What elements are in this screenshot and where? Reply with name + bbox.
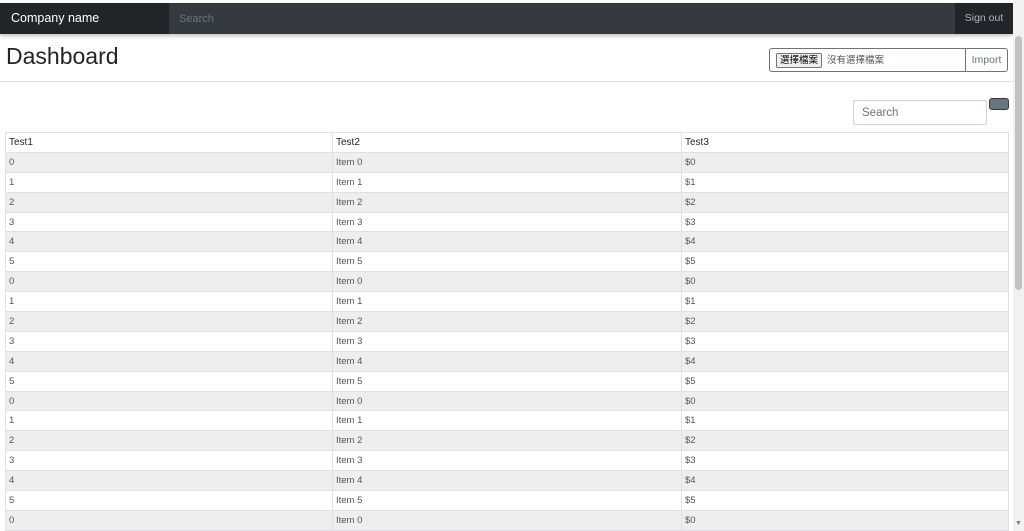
table-cell: Item 1 bbox=[332, 171, 682, 193]
column-header[interactable]: Test2 bbox=[332, 132, 682, 153]
table-cell: Item 0 bbox=[332, 509, 682, 531]
table-cell: 5 bbox=[5, 490, 333, 511]
table-cell: 3 bbox=[5, 330, 333, 352]
page-title: Dashboard bbox=[6, 43, 119, 69]
column-header[interactable]: Test3 bbox=[681, 132, 1009, 153]
table-cell: Item 1 bbox=[332, 291, 682, 313]
table-cell: $2 bbox=[681, 430, 1009, 452]
table-cell: $0 bbox=[681, 509, 1009, 531]
table-row[interactable]: 1 Item 1 $1 bbox=[5, 410, 1009, 432]
table-row[interactable]: 2 Item 2 $2 bbox=[5, 191, 1009, 213]
table-row[interactable]: 0 Item 0 $0 bbox=[5, 509, 1009, 531]
table-cell: 1 bbox=[5, 410, 333, 432]
table-cell: Item 5 bbox=[332, 251, 682, 273]
table-cell: Item 2 bbox=[332, 311, 682, 332]
table-cell: Item 3 bbox=[332, 211, 682, 233]
table-cell: $4 bbox=[681, 470, 1009, 492]
table-cell: 3 bbox=[5, 450, 333, 472]
table-row[interactable]: 0 Item 0 $0 bbox=[5, 390, 1009, 412]
table-cell: Item 0 bbox=[332, 390, 682, 412]
table-cell: 2 bbox=[5, 311, 333, 332]
table-row[interactable]: 3 Item 3 $3 bbox=[5, 330, 1009, 352]
table-row[interactable]: 4 Item 4 $4 bbox=[5, 231, 1009, 253]
table-cell: 5 bbox=[5, 370, 333, 392]
table-row[interactable]: 4 Item 4 $4 bbox=[5, 470, 1009, 492]
table-cell: $5 bbox=[681, 251, 1009, 273]
table-cell: 2 bbox=[5, 430, 333, 452]
table-cell: Item 4 bbox=[332, 231, 682, 253]
choose-file-button[interactable]: 選擇檔案 bbox=[776, 53, 823, 68]
table-cell: $4 bbox=[681, 231, 1009, 253]
table-cell: Item 3 bbox=[332, 330, 682, 352]
table-row[interactable]: 0 Item 0 $0 bbox=[5, 271, 1009, 293]
table-row[interactable]: 4 Item 4 $4 bbox=[5, 350, 1009, 372]
table-cell: Item 4 bbox=[332, 350, 682, 372]
table-cell: Item 5 bbox=[332, 490, 682, 511]
table-row[interactable]: 3 Item 3 $3 bbox=[5, 211, 1009, 233]
table-cell: $0 bbox=[681, 151, 1009, 173]
table-cell: $5 bbox=[681, 370, 1009, 392]
table-cell: 0 bbox=[5, 390, 333, 412]
table-cell: 3 bbox=[5, 211, 333, 233]
scrollbar-thumb[interactable] bbox=[1015, 36, 1022, 290]
table-cell: 0 bbox=[5, 271, 333, 293]
table-cell: Item 5 bbox=[332, 370, 682, 392]
table-row[interactable]: 3 Item 3 $3 bbox=[5, 450, 1009, 472]
table-cell: Item 2 bbox=[332, 191, 682, 213]
table-cell: Item 1 bbox=[332, 410, 682, 432]
table-cell: 2 bbox=[5, 191, 333, 213]
table-cell: Item 2 bbox=[332, 430, 682, 452]
table-cell: $0 bbox=[681, 390, 1009, 412]
table-cell: $0 bbox=[681, 271, 1009, 293]
table-row[interactable]: 2 Item 2 $2 bbox=[5, 311, 1009, 332]
table-cell: $5 bbox=[681, 490, 1009, 511]
table-cell: 1 bbox=[5, 171, 333, 193]
table-search-input[interactable] bbox=[853, 100, 987, 125]
table-cell: $4 bbox=[681, 350, 1009, 372]
table-cell: $1 bbox=[681, 410, 1009, 432]
table-row[interactable]: 1 Item 1 $1 bbox=[5, 171, 1009, 193]
table-cell: $1 bbox=[681, 291, 1009, 313]
table-row[interactable]: 0 Item 0 $0 bbox=[5, 151, 1009, 173]
sign-out-link[interactable]: Sign out bbox=[955, 3, 1013, 34]
table-cell: 0 bbox=[5, 509, 333, 531]
table-cell: 4 bbox=[5, 350, 333, 372]
table-row[interactable]: 2 Item 2 $2 bbox=[5, 430, 1009, 452]
table-cell: $2 bbox=[681, 191, 1009, 213]
file-input[interactable]: 選擇檔案 沒有選擇檔案 bbox=[769, 48, 966, 72]
table-cell: 0 bbox=[5, 151, 333, 173]
table-cell: Item 0 bbox=[332, 151, 682, 173]
data-table: Test1 Test2 Test3 0 Item 0 $0 1 Item 1 $1 2 Ite… bbox=[5, 132, 1009, 531]
table-cell: 1 bbox=[5, 291, 333, 313]
table-cell: Item 0 bbox=[332, 271, 682, 293]
table-row[interactable]: 5 Item 5 $5 bbox=[5, 490, 1009, 511]
page-scrollbar[interactable]: ▼ bbox=[1013, 0, 1024, 531]
table-cell: $3 bbox=[681, 450, 1009, 472]
table-header-row: Test1 Test2 Test3 bbox=[5, 132, 1009, 153]
navbar-search-input[interactable] bbox=[169, 3, 955, 34]
table-cell: $1 bbox=[681, 171, 1009, 193]
column-header[interactable]: Test1 bbox=[5, 132, 333, 153]
table-cell: $3 bbox=[681, 330, 1009, 352]
table-row[interactable]: 5 Item 5 $5 bbox=[5, 251, 1009, 273]
table-row[interactable]: 5 Item 5 $5 bbox=[5, 370, 1009, 392]
table-cell: 4 bbox=[5, 231, 333, 253]
table-cell: $3 bbox=[681, 211, 1009, 233]
table-cell: $2 bbox=[681, 311, 1009, 332]
brand-link[interactable]: Company name bbox=[0, 3, 169, 34]
table-cell: 5 bbox=[5, 251, 333, 273]
header-divider bbox=[0, 81, 1013, 82]
top-navbar: Company name Sign out bbox=[0, 3, 1013, 34]
toggle-button[interactable] bbox=[989, 98, 1009, 110]
chevron-down-icon[interactable]: ▼ bbox=[1015, 520, 1022, 528]
table-cell: Item 3 bbox=[332, 450, 682, 472]
table-row[interactable]: 1 Item 1 $1 bbox=[5, 291, 1009, 313]
file-status-text: 沒有選擇檔案 bbox=[827, 55, 885, 66]
import-button[interactable]: Import bbox=[965, 48, 1008, 72]
table-cell: 4 bbox=[5, 470, 333, 492]
table-cell: Item 4 bbox=[332, 470, 682, 492]
